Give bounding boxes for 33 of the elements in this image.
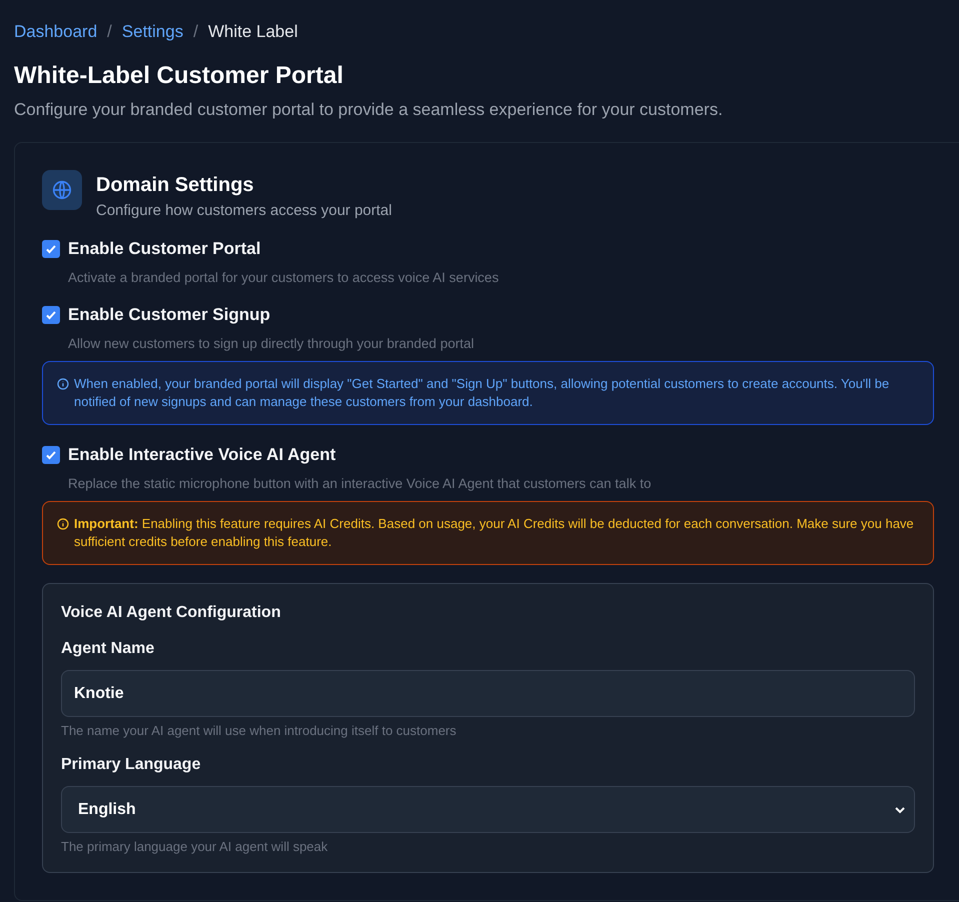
checkbox[interactable] (42, 446, 60, 464)
checkmark-icon (45, 309, 57, 321)
breadcrumb-current: White Label (208, 22, 298, 42)
checkbox-label: Enable Interactive Voice AI Agent (68, 445, 336, 465)
globe-icon (42, 170, 82, 210)
field-help: The name your AI agent will use when introducing itself to customers (61, 723, 458, 738)
field-label: Agent Name (61, 640, 156, 658)
language-select[interactable]: English (61, 786, 915, 833)
section-subtitle: Configure how customers access your portal (96, 202, 392, 219)
checkbox-label: Enable Customer Portal (68, 239, 261, 259)
page-title: White-Label Customer Portal (14, 62, 344, 90)
info-icon (57, 378, 69, 390)
notice-text: When enabled, your branded portal will display "Get Started" and "Sign Up" buttons, allowing potential customers to create accounts. You'll be notified of new signups and can manage these customers from your dashboard. (74, 375, 890, 411)
breadcrumb-link[interactable]: Settings (122, 22, 184, 42)
checkmark-icon (45, 243, 57, 255)
breadcrumb-link[interactable]: Dashboard (14, 22, 98, 42)
checkbox-label: Enable Customer Signup (68, 305, 270, 325)
checkbox[interactable] (42, 240, 60, 258)
panel-title: Voice AI Agent Configuration (61, 604, 282, 622)
option-description: Activate a branded portal for your customers to access voice AI services (68, 270, 500, 285)
option-description: Replace the static microphone button with an interactive Voice AI Agent that customers can talk to (68, 476, 652, 491)
notice-text: Important: Enabling this feature requires AI Credits. Based on usage, your AI Credits will be deducted for each conversation. Make sure you have sufficient credits before enabling this feature. (74, 515, 915, 551)
breadcrumb-separator: / (107, 22, 112, 42)
field-help: The primary language your AI agent will speak (61, 839, 329, 854)
page-subtitle: Configure your branded customer portal to provide a seamless experience for your customers. (14, 100, 724, 120)
option-description: Allow new customers to sign up directly through your branded portal (68, 336, 475, 351)
warning-icon (57, 518, 69, 530)
breadcrumb-separator: / (193, 22, 198, 42)
agent-name-input[interactable]: Knotie (61, 670, 915, 717)
checkbox[interactable] (42, 306, 60, 324)
field-label: Primary Language (61, 756, 202, 774)
section-title: Domain Settings (96, 174, 255, 197)
checkmark-icon (45, 449, 57, 461)
